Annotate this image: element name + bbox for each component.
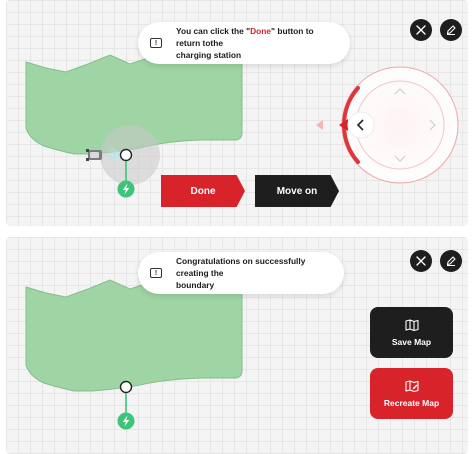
info-icon: !	[150, 38, 162, 48]
position-node	[119, 148, 133, 162]
hint-message: You can click the "Done" button to retur…	[176, 25, 314, 61]
info-icon: !	[150, 268, 162, 278]
mapping-screen-step-2: ! Congratulations on successfully creati…	[6, 237, 468, 454]
right-faint-arrow	[461, 120, 468, 130]
close-button[interactable]	[410, 250, 432, 272]
success-toast: ! Congratulations on successfully creati…	[138, 252, 344, 294]
done-label: Done	[190, 185, 216, 197]
mower-icon	[86, 149, 102, 161]
done-button[interactable]: Done	[161, 175, 245, 207]
map-icon	[404, 318, 419, 331]
pencil-icon	[446, 256, 456, 266]
success-message: Congratulations on successfully creating…	[176, 255, 306, 291]
move-on-label: Move on	[276, 185, 318, 197]
charging-station-icon	[117, 412, 135, 430]
edit-button[interactable]	[440, 19, 462, 41]
done-highlight: Done	[250, 25, 272, 36]
save-map-label: Save Map	[391, 336, 432, 347]
joystick-knob[interactable]	[347, 111, 375, 139]
recreate-map-label: Recreate Map	[383, 397, 440, 408]
position-node	[119, 380, 133, 394]
map-edit-icon	[404, 379, 419, 392]
close-button[interactable]	[410, 19, 432, 41]
edit-button[interactable]	[440, 250, 462, 272]
pencil-icon	[446, 25, 456, 35]
hint-toast: ! You can click the "Done" button to ret…	[138, 22, 350, 64]
move-on-button[interactable]: Move on	[255, 175, 339, 207]
save-map-button[interactable]: Save Map	[370, 307, 453, 358]
recreate-map-button[interactable]: Recreate Map	[370, 368, 453, 419]
close-icon	[416, 25, 426, 35]
left-faint-arrow	[316, 120, 323, 130]
charging-station-icon	[117, 180, 135, 198]
mapping-screen-step-1: ! You can click the "Done" button to ret…	[6, 0, 468, 226]
close-icon	[416, 256, 426, 266]
